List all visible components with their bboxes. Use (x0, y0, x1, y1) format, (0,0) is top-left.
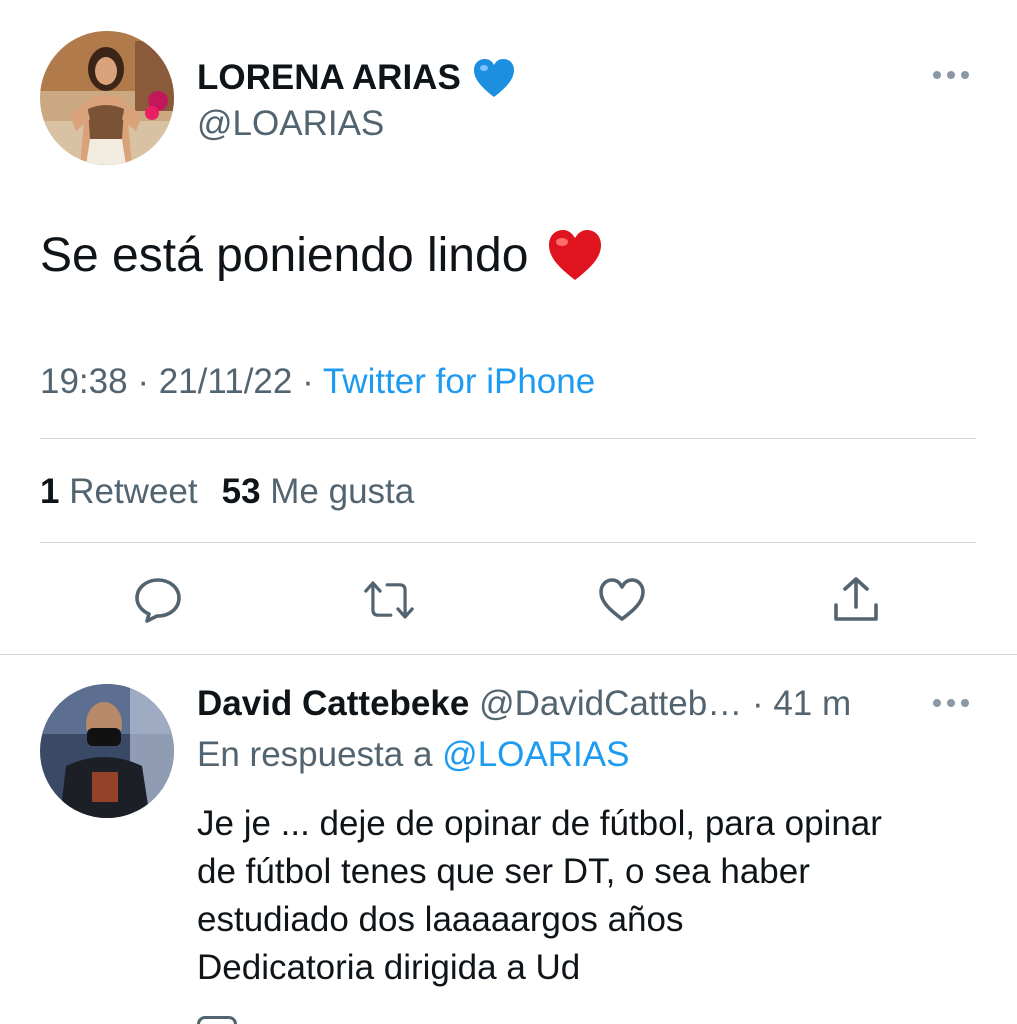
like-icon (599, 578, 645, 621)
like-button[interactable] (597, 575, 647, 625)
likes-label: Me gusta (270, 472, 415, 511)
reply-icon (135, 578, 181, 623)
retweet-icon (364, 581, 414, 619)
reply-header: David Cattebeke @DavidCatteb… · 41 m (197, 684, 851, 724)
reply-author-name[interactable]: David Cattebeke (197, 684, 469, 723)
likes-stat[interactable]: 53 Me gusta (222, 472, 415, 511)
author-name[interactable]: LORENA ARIAS (197, 58, 461, 98)
reply-author-handle[interactable]: @DavidCatteb… (479, 684, 742, 723)
tweet-text-content: Se está poniendo lindo (40, 228, 529, 282)
in-reply-to: En respuesta a @LOARIAS (197, 735, 629, 775)
reply-time[interactable]: 41 m (773, 684, 851, 723)
tweet-date: 21/11/22 (158, 362, 293, 401)
reply-text-line: Dedicatoria dirigida a Ud (197, 948, 581, 987)
reply-button[interactable] (133, 575, 183, 625)
retweets-stat[interactable]: 1 Retweet (40, 472, 198, 511)
tweet-stats: 1 Retweet 53 Me gusta (40, 472, 414, 512)
reply-text-line: estudiado dos laaaaargos años (197, 900, 684, 939)
author-name-row[interactable]: LORENA ARIAS (197, 55, 517, 101)
author-handle[interactable]: @LOARIAS (197, 104, 384, 144)
reply-mention-link[interactable]: @LOARIAS (442, 735, 629, 774)
more-options-icon[interactable] (932, 68, 970, 82)
reply-author-avatar[interactable] (40, 684, 174, 818)
in-reply-prefix: En respuesta a (197, 735, 433, 774)
divider (40, 438, 976, 439)
tweet-time: 19:38 (40, 362, 128, 401)
tweet-source-link[interactable]: Twitter for iPhone (323, 362, 595, 401)
share-icon (834, 577, 878, 621)
reply-text-line: de fútbol tenes que ser DT, o sea haber (197, 852, 810, 891)
reply-action-icon-partial[interactable] (197, 1016, 237, 1024)
retweets-label: Retweet (69, 472, 198, 511)
reply-text-line: Je je ... deje de opinar de fútbol, para… (197, 804, 882, 843)
tweet-meta: 19:38 · 21/11/22 · Twitter for iPhone (40, 362, 595, 402)
author-avatar[interactable] (40, 31, 174, 165)
retweets-count: 1 (40, 472, 60, 511)
likes-count: 53 (221, 472, 261, 511)
divider (40, 542, 976, 543)
tweet-text: Se está poniendo lindo (40, 226, 604, 284)
blue-heart-icon (471, 55, 517, 101)
meta-separator: · (302, 362, 314, 401)
reply-text: Je je ... deje de opinar de fútbol, para… (197, 800, 987, 992)
divider (0, 654, 1017, 655)
meta-separator: · (137, 362, 149, 401)
reply-separator: · (751, 684, 764, 723)
reply-more-options-icon[interactable] (932, 696, 970, 710)
share-button[interactable] (831, 575, 881, 625)
red-heart-icon (546, 226, 604, 284)
retweet-button[interactable] (364, 575, 414, 625)
